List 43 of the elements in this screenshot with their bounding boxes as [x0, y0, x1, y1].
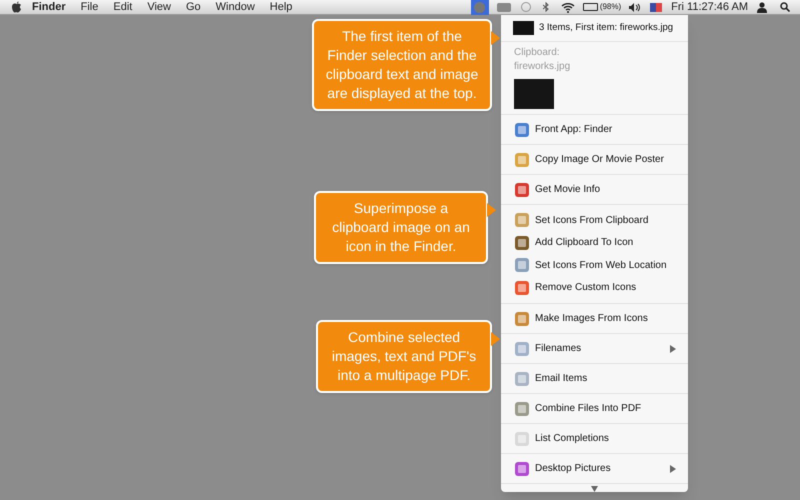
clipboard-text: fireworks.jpg: [514, 60, 572, 74]
menu-item[interactable]: Get Movie Info: [501, 175, 688, 204]
display-icon[interactable]: [496, 2, 511, 12]
menu-item[interactable]: Add Clipboard To Icon: [501, 232, 688, 254]
menu-item[interactable]: 3 Items, First item: fireworks.jpg: [501, 15, 688, 42]
clipboard-text: Clipboard:: [514, 46, 561, 60]
menu-title[interactable]: Window: [216, 0, 255, 16]
menu-item[interactable]: Filenames: [501, 334, 688, 363]
callout-text: Combine selected images, text and PDF's into a multipage PDF.: [330, 328, 478, 385]
photo-placeholder: [514, 78, 554, 109]
flag-icon[interactable]: [650, 2, 662, 12]
menu-item[interactable]: Desktop Pictures: [501, 454, 688, 483]
photo-placeholder: [513, 20, 534, 35]
menu-clock[interactable]: Fri 11:27:46 AM: [671, 0, 748, 16]
menu-title[interactable]: Go: [186, 0, 201, 16]
apple-logo-icon[interactable]: [11, 1, 22, 13]
bluetooth-icon[interactable]: [542, 2, 549, 12]
menu-title[interactable]: View: [147, 0, 171, 16]
menu-title[interactable]: File: [80, 0, 98, 16]
submenu-arrow-icon: [670, 344, 676, 352]
menu-title[interactable]: Edit: [113, 0, 132, 16]
callout-text: Superimpose a clipboard image on an icon in the Finder.: [331, 199, 471, 256]
volume-icon[interactable]: [629, 2, 640, 12]
menu-item[interactable]: Make Images From Icons: [501, 304, 688, 333]
menu-item[interactable]: Remove Custom Icons: [501, 276, 688, 299]
menu-extra-icon[interactable]: [470, 0, 489, 14]
menu-title[interactable]: Help: [270, 0, 292, 16]
submenu-arrow-icon: [670, 464, 676, 472]
search-icon[interactable]: [780, 2, 790, 12]
menu-item[interactable]: Set Icons From Clipboard: [501, 209, 688, 232]
app-menu[interactable]: Finder: [32, 0, 66, 16]
wifi-icon[interactable]: [560, 2, 575, 12]
scroll-down-arrow-icon[interactable]: [591, 486, 598, 492]
callout-text: The first item of the Finder selection and the clipboard text and image are displayed at the top.: [324, 27, 480, 103]
menu-item[interactable]: Copy Image Or Movie Poster: [501, 145, 688, 174]
menu-item[interactable]: Set Icons From Web Location: [501, 254, 688, 276]
menu-item[interactable]: Combine Files Into PDF: [501, 394, 688, 423]
user-icon[interactable]: [757, 2, 767, 12]
battery-icon[interactable]: [582, 3, 598, 11]
menu-item[interactable]: Front App: Finder: [501, 115, 688, 144]
battery-percent: (98%): [600, 1, 622, 13]
menu-item[interactable]: List Completions: [501, 424, 688, 453]
menu-item[interactable]: Email Items: [501, 364, 688, 393]
